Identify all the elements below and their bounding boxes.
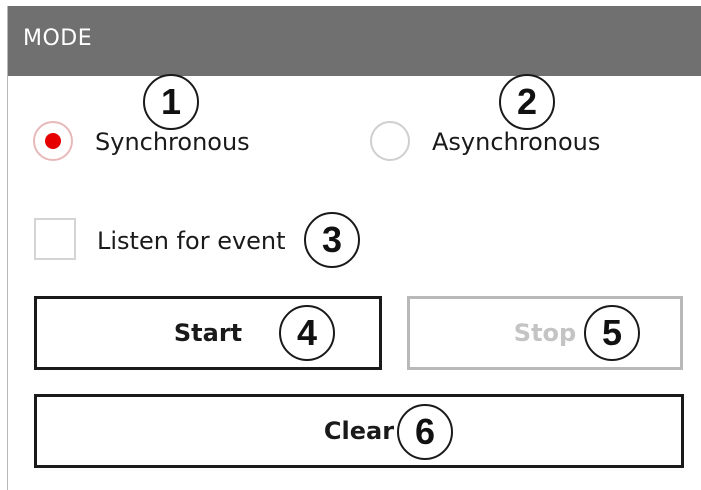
stop-button[interactable]: Stop [407, 296, 683, 370]
callout-5: 5 [584, 305, 640, 361]
radio-asynchronous-label: Asynchronous [432, 128, 601, 156]
listen-checkbox[interactable] [34, 218, 76, 260]
mode-panel: MODE Synchronous Asynchronous Listen for… [7, 6, 701, 490]
clear-button-label: Clear [323, 417, 395, 445]
stop-button-label: Stop [513, 319, 577, 347]
start-button-label: Start [173, 319, 243, 347]
listen-checkbox-label: Listen for event [97, 227, 286, 255]
callout-4: 4 [279, 305, 335, 361]
callout-2: 2 [499, 74, 555, 130]
panel-title: MODE [23, 26, 93, 51]
radio-selected-icon [33, 121, 73, 161]
callout-6: 6 [397, 404, 453, 460]
radio-dot-icon [45, 133, 61, 149]
clear-button[interactable]: Clear [34, 394, 684, 468]
radio-unselected-icon [370, 121, 410, 161]
panel-header: MODE [8, 6, 701, 76]
callout-3: 3 [304, 212, 360, 268]
radio-synchronous-label: Synchronous [95, 128, 250, 156]
callout-1: 1 [143, 74, 199, 130]
